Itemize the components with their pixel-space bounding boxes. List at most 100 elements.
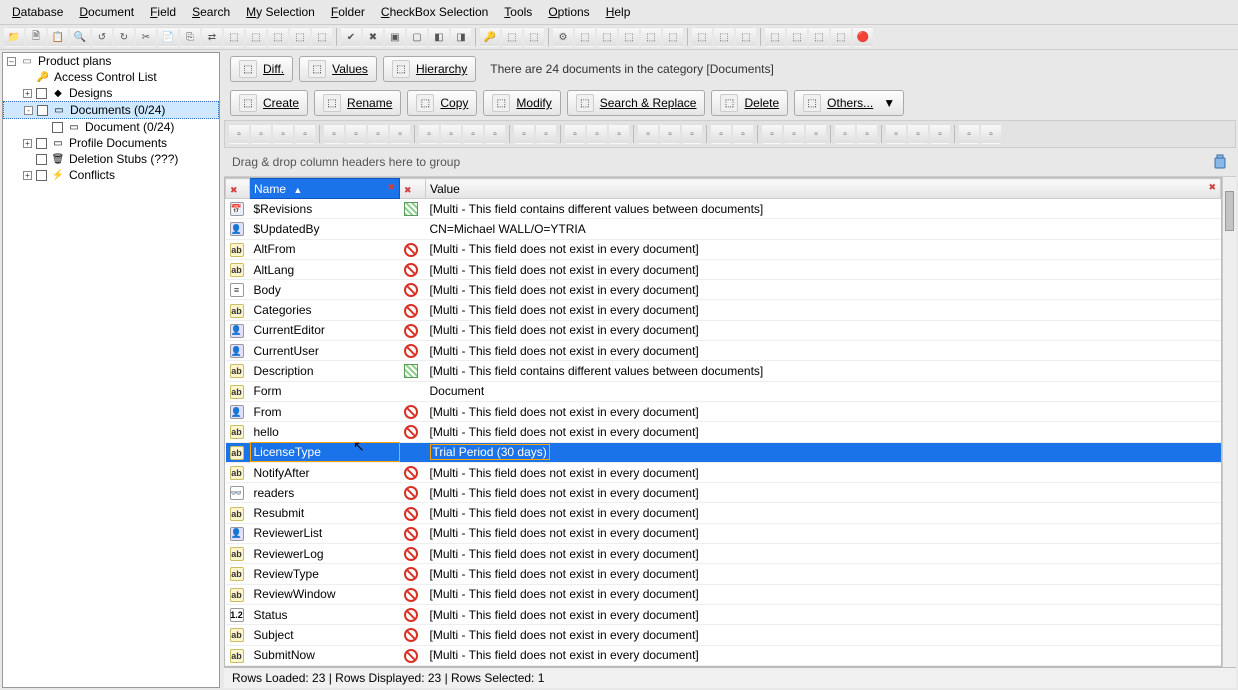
grid-toolbar-btn-37[interactable]: ▫ xyxy=(908,124,928,144)
cell-value[interactable]: [Multi - This field does not exist in ev… xyxy=(426,300,1221,320)
cell-name[interactable]: $UpdatedBy xyxy=(250,219,400,239)
toolbar-btn-32[interactable]: ⬚ xyxy=(663,27,683,47)
grid[interactable]: ✖ Name ▲ ✖ ✖ Value ✖ xyxy=(224,177,1222,667)
hierarchy-button[interactable]: ⬚Hierarchy xyxy=(383,56,476,82)
col-header-pin[interactable]: ✖ xyxy=(226,179,250,199)
grid-toolbar-btn-7[interactable]: ▫ xyxy=(368,124,388,144)
cell-value[interactable]: [Multi - This field does not exist in ev… xyxy=(426,422,1221,442)
toolbar-btn-17[interactable]: ✖ xyxy=(363,27,383,47)
toolbar-btn-3[interactable]: 🔍 xyxy=(70,27,90,47)
menu-tools[interactable]: Tools xyxy=(498,3,538,21)
modify-button[interactable]: ⬚Modify xyxy=(483,90,560,116)
grouping-bar[interactable]: Drag & drop column headers here to group xyxy=(224,148,1236,177)
grid-toolbar-btn-33[interactable]: ▫ xyxy=(835,124,855,144)
cell-name[interactable]: hello xyxy=(250,422,400,442)
table-row[interactable]: abSubject[Multi - This field does not ex… xyxy=(226,625,1221,645)
toolbar-btn-25[interactable]: ⬚ xyxy=(524,27,544,47)
cell-name[interactable]: NotifyAfter xyxy=(250,462,400,482)
toolbar-btn-35[interactable]: ⬚ xyxy=(714,27,734,47)
toolbar-btn-8[interactable]: ⎘ xyxy=(180,27,200,47)
menu-document[interactable]: Document xyxy=(73,3,140,21)
toolbar-btn-4[interactable]: ↺ xyxy=(92,27,112,47)
toolbar-btn-23[interactable]: 🔑 xyxy=(480,27,500,47)
toolbar-btn-42[interactable]: 🔴 xyxy=(853,27,873,47)
grid-toolbar-btn-0[interactable]: ▫ xyxy=(229,124,249,144)
cell-value[interactable]: [Multi - This field does not exist in ev… xyxy=(426,645,1221,665)
cell-name[interactable]: Resubmit xyxy=(250,503,400,523)
tree-item-access[interactable]: 🔑Access Control List xyxy=(3,69,219,85)
menu-options[interactable]: Options xyxy=(542,3,595,21)
cell-name[interactable]: AltFrom xyxy=(250,239,400,259)
toolbar-btn-28[interactable]: ⬚ xyxy=(575,27,595,47)
grid-toolbar-btn-40[interactable]: ▫ xyxy=(959,124,979,144)
toolbar-btn-41[interactable]: ⬚ xyxy=(831,27,851,47)
grid-toolbar-btn-27[interactable]: ▫ xyxy=(733,124,753,144)
cell-value[interactable]: CN=Michael WALL/O=YTRIA xyxy=(426,219,1221,239)
cell-name[interactable]: Body xyxy=(250,280,400,300)
col-header-valicon[interactable]: ✖ xyxy=(400,179,426,199)
toolbar-btn-24[interactable]: ⬚ xyxy=(502,27,522,47)
grid-toolbar-btn-3[interactable]: ▫ xyxy=(295,124,315,144)
tree-checkbox[interactable] xyxy=(52,122,63,133)
grid-toolbar-btn-1[interactable]: ▫ xyxy=(251,124,271,144)
cell-name[interactable]: CurrentUser xyxy=(250,341,400,361)
cell-name[interactable]: LicenseType xyxy=(250,442,400,462)
tree-item-profile[interactable]: +▭Profile Documents xyxy=(3,135,219,151)
tree-item-document[interactable]: ▭Document (0/24) xyxy=(3,119,219,135)
toolbar-btn-11[interactable]: ⬚ xyxy=(246,27,266,47)
toolbar-btn-36[interactable]: ⬚ xyxy=(736,27,756,47)
toolbar-btn-6[interactable]: ✂ xyxy=(136,27,156,47)
grid-toolbar-btn-6[interactable]: ▫ xyxy=(346,124,366,144)
table-row[interactable]: abResubmit[Multi - This field does not e… xyxy=(226,503,1221,523)
cell-value[interactable]: [Multi - This field contains different v… xyxy=(426,199,1221,219)
menu-checkbox-selection[interactable]: CheckBox Selection xyxy=(375,3,494,21)
others-button[interactable]: ⬚Others...▼ xyxy=(794,90,904,116)
table-row[interactable]: abhello[Multi - This field does not exis… xyxy=(226,422,1221,442)
cell-name[interactable]: ReviewerLog xyxy=(250,544,400,564)
toolbar-btn-13[interactable]: ⬚ xyxy=(290,27,310,47)
toolbar-btn-12[interactable]: ⬚ xyxy=(268,27,288,47)
cell-name[interactable]: Subject xyxy=(250,625,400,645)
grid-toolbar-btn-12[interactable]: ▫ xyxy=(463,124,483,144)
table-row[interactable]: abReviewWindow[Multi - This field does n… xyxy=(226,584,1221,604)
table-row[interactable]: 📅$Revisions[Multi - This field contains … xyxy=(226,199,1221,219)
grid-toolbar-btn-38[interactable]: ▫ xyxy=(930,124,950,144)
menu-my-selection[interactable]: My Selection xyxy=(240,3,321,21)
expand-icon[interactable]: + xyxy=(23,139,32,148)
cell-value[interactable]: [Multi - This field does not exist in ev… xyxy=(426,401,1221,421)
table-row[interactable]: abAltFrom[Multi - This field does not ex… xyxy=(226,239,1221,259)
scrollbar-thumb[interactable] xyxy=(1225,191,1234,231)
grid-toolbar-btn-36[interactable]: ▫ xyxy=(886,124,906,144)
grid-toolbar-btn-34[interactable]: ▫ xyxy=(857,124,877,144)
toolbar-btn-5[interactable]: ↻ xyxy=(114,27,134,47)
menu-database[interactable]: Database xyxy=(6,3,69,21)
create-button[interactable]: ⬚Create xyxy=(230,90,308,116)
tree-checkbox[interactable] xyxy=(36,138,47,149)
table-row[interactable]: abFormDocument xyxy=(226,381,1221,401)
delete-button[interactable]: ⬚Delete xyxy=(711,90,788,116)
cell-value[interactable]: [Multi - This field does not exist in ev… xyxy=(426,584,1221,604)
grid-toolbar-btn-19[interactable]: ▫ xyxy=(587,124,607,144)
toolbar-btn-16[interactable]: ✔ xyxy=(341,27,361,47)
toolbar-btn-38[interactable]: ⬚ xyxy=(765,27,785,47)
toolbar-btn-29[interactable]: ⬚ xyxy=(597,27,617,47)
col-header-name[interactable]: Name ▲ ✖ xyxy=(250,179,400,199)
menu-search[interactable]: Search xyxy=(186,3,236,21)
col-header-value[interactable]: Value ✖ xyxy=(426,179,1221,199)
grid-toolbar-btn-31[interactable]: ▫ xyxy=(806,124,826,144)
grid-toolbar-btn-13[interactable]: ▫ xyxy=(485,124,505,144)
table-row[interactable]: abReviewerLog[Multi - This field does no… xyxy=(226,544,1221,564)
cell-name[interactable]: Description xyxy=(250,361,400,381)
toolbar-btn-1[interactable]: 🗎 xyxy=(26,27,46,47)
toolbar-btn-27[interactable]: ⚙ xyxy=(553,27,573,47)
table-row[interactable]: 👤CurrentEditor[Multi - This field does n… xyxy=(226,320,1221,340)
cell-value[interactable]: [Multi - This field contains different v… xyxy=(426,361,1221,381)
table-row[interactable]: 👤CurrentUser[Multi - This field does not… xyxy=(226,341,1221,361)
toolbar-btn-20[interactable]: ◧ xyxy=(429,27,449,47)
table-row[interactable]: 1.2Status[Multi - This field does not ex… xyxy=(226,604,1221,624)
tree-item-deletion[interactable]: 🗑Deletion Stubs (???) xyxy=(3,151,219,167)
cell-name[interactable]: AltLang xyxy=(250,259,400,279)
tree-checkbox[interactable] xyxy=(37,105,48,116)
cell-value[interactable]: [Multi - This field does not exist in ev… xyxy=(426,544,1221,564)
cell-value[interactable]: [Multi - This field does not exist in ev… xyxy=(426,483,1221,503)
